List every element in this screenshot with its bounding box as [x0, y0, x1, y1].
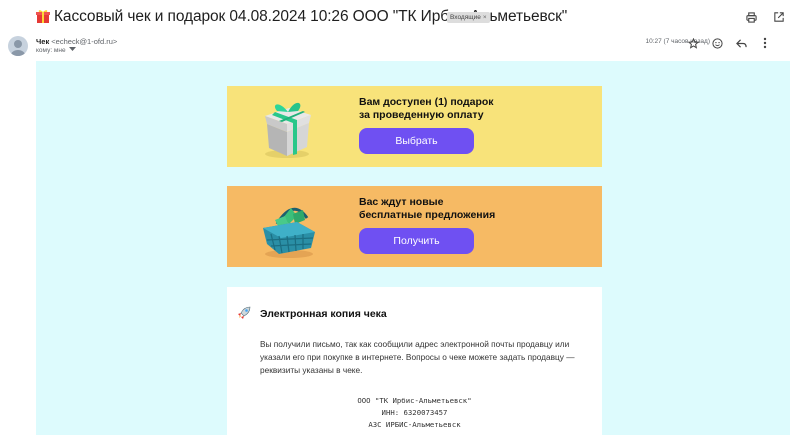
- open-new-window-icon[interactable]: [772, 10, 786, 24]
- receipt-org: ООО "ТК Ирбис-Альметьевск": [357, 396, 472, 405]
- avatar[interactable]: [8, 36, 28, 56]
- print-icon[interactable]: [744, 10, 758, 24]
- sender-email: <echeck@1-ofd.ru>: [51, 37, 118, 46]
- email-subject: Кассовый чек и подарок 04.08.2024 10:26 …: [54, 8, 568, 25]
- rocket-icon: [238, 306, 251, 319]
- offers-card: Вас ждут новые бесплатные предложения По…: [227, 186, 602, 267]
- gift-card-title-line1: Вам доступен (1) подарок: [359, 96, 494, 108]
- get-offers-button[interactable]: Получить: [359, 228, 474, 254]
- sender[interactable]: Чек <echeck@1-ofd.ru>: [36, 37, 117, 46]
- receipt-azs: АЗС ИРБИС-Альметьевск: [368, 420, 461, 429]
- star-icon[interactable]: [686, 36, 700, 50]
- receipt-description: Вы получили письмо, так как сообщили адр…: [260, 339, 575, 375]
- inbox-label[interactable]: Входящие ×: [447, 12, 490, 23]
- chevron-down-icon[interactable]: [69, 47, 77, 52]
- emoji-icon[interactable]: [710, 36, 724, 50]
- gift-card: Вам доступен (1) подарок за проведенную …: [227, 86, 602, 167]
- gift-card-title-line2: за проведенную оплату: [359, 109, 484, 121]
- offers-card-title: Вас ждут новые бесплатные предложения: [359, 196, 495, 222]
- receipt-inn: ИНН: 6320073457: [381, 408, 448, 417]
- sender-name: Чек: [36, 37, 50, 46]
- gift-emoji-icon: [36, 10, 50, 23]
- receipt-title: Электронная копия чека: [260, 308, 387, 320]
- inbox-label-text: Входящие: [450, 14, 481, 21]
- recipient-line[interactable]: кому: мне: [36, 47, 77, 54]
- gift-card-title: Вам доступен (1) подарок за проведенную …: [359, 96, 494, 122]
- more-icon[interactable]: [758, 36, 772, 50]
- shopping-basket-illustration: [263, 207, 315, 258]
- offers-card-title-line2: бесплатные предложения: [359, 209, 496, 221]
- reply-icon[interactable]: [734, 36, 748, 50]
- recipient-label: кому: мне: [36, 47, 66, 54]
- offers-card-title-line1: Вас ждут новые: [359, 196, 444, 208]
- gift-box-illustration: [265, 102, 311, 158]
- receipt-section: Электронная копия чека Вы получили письм…: [227, 287, 602, 435]
- subject-bar: Кассовый чек и подарок 04.08.2024 10:26 …: [0, 0, 800, 34]
- choose-gift-button[interactable]: Выбрать: [359, 128, 474, 154]
- remove-label-icon[interactable]: ×: [483, 14, 487, 21]
